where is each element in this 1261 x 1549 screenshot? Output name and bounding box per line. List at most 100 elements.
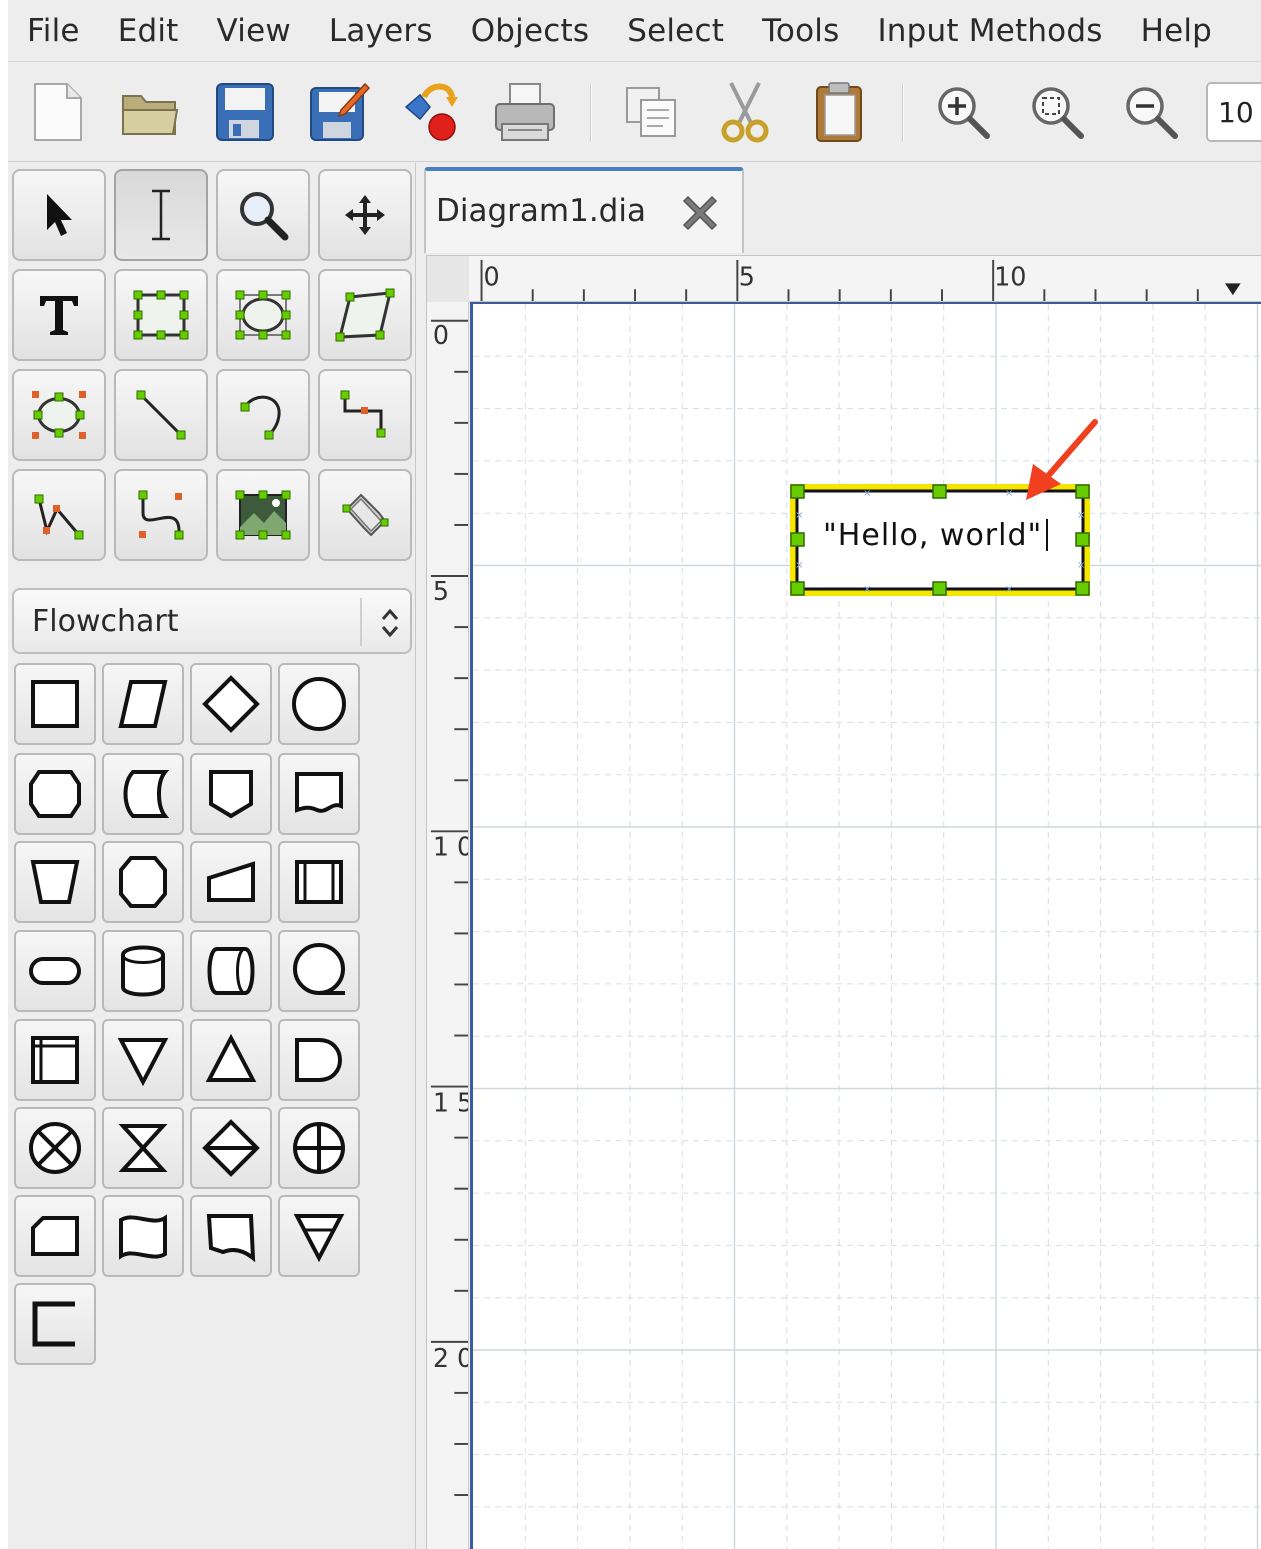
zoom-in-button[interactable]: [924, 76, 1002, 148]
magnify-tool-button[interactable]: [216, 169, 310, 261]
tab-diagram[interactable]: Diagram1.dia: [424, 167, 744, 253]
shape-summing-junction[interactable]: [14, 1107, 96, 1189]
paste-icon: [816, 82, 862, 142]
zoom-out-button[interactable]: [1112, 76, 1190, 148]
rectangle-icon: [31, 680, 79, 728]
shape-alternate[interactable]: [102, 841, 184, 923]
shape-manual-input[interactable]: [190, 841, 272, 923]
menu-tools[interactable]: Tools: [762, 13, 839, 49]
beziergon-icon: [32, 391, 86, 439]
svg-text:×: ×: [795, 510, 803, 521]
polygon-tool-button[interactable]: [318, 269, 412, 361]
scroll-tool-button[interactable]: [318, 169, 412, 261]
shape-sequential-access[interactable]: [278, 930, 360, 1012]
document-icon: [295, 772, 343, 813]
shape-terminal[interactable]: [14, 930, 96, 1012]
open-button[interactable]: [112, 76, 190, 148]
shape-punched-tape[interactable]: [102, 1195, 184, 1277]
offpage-connector-icon: [209, 770, 253, 819]
shape-magnetic-disk[interactable]: [102, 930, 184, 1012]
shape-card[interactable]: [14, 1195, 96, 1277]
save-button[interactable]: [206, 76, 284, 148]
menu-help[interactable]: Help: [1141, 13, 1212, 49]
beziergon-tool-button[interactable]: [12, 369, 106, 461]
zoom-input[interactable]: 10: [1206, 82, 1261, 142]
shape-internal-storage[interactable]: [14, 1019, 96, 1101]
menu-select[interactable]: Select: [627, 13, 724, 49]
updown-chevron-icon: [370, 598, 410, 648]
shape-data[interactable]: [102, 663, 184, 745]
menu-file[interactable]: File: [27, 13, 80, 49]
image-tool-button[interactable]: [216, 469, 310, 561]
vertical-ruler: 0 5 1 0 1 5 2 0: [427, 302, 469, 1549]
shape-direct-access[interactable]: [190, 930, 272, 1012]
shape-or[interactable]: [278, 1107, 360, 1189]
paste-button[interactable]: [800, 76, 878, 148]
export-button[interactable]: [394, 76, 472, 148]
hexagon-icon: [29, 770, 81, 818]
export-icon: [404, 83, 458, 141]
zoom-fit-button[interactable]: [1018, 76, 1096, 148]
zoom-out-icon: [1126, 87, 1178, 139]
shape-decision[interactable]: [190, 663, 272, 745]
text-tool-button[interactable]: [12, 269, 106, 361]
shape-collate[interactable]: [102, 1107, 184, 1189]
canvas-grid: × × × × × × × ×: [473, 304, 1261, 1549]
shape-preparation[interactable]: [14, 753, 96, 835]
dia-window: File Edit View Layers Objects Select Too…: [8, 0, 1261, 1549]
arc-tool-button[interactable]: [216, 369, 310, 461]
ellipse-tool-button[interactable]: [216, 269, 310, 361]
shape-document[interactable]: [278, 753, 360, 835]
text-edit-tool-button[interactable]: [114, 169, 208, 261]
internal-storage-icon: [31, 1036, 79, 1084]
zigzag-line-icon: [340, 390, 386, 438]
shape-merge[interactable]: [102, 1019, 184, 1101]
ruler-label: 1 5: [433, 1087, 469, 1117]
bezier-line-icon: [138, 490, 184, 540]
bezier-tool-button[interactable]: [114, 469, 208, 561]
outline-tool-button[interactable]: [318, 469, 412, 561]
shape-merge-alt[interactable]: [278, 1195, 360, 1277]
copy-icon: [626, 87, 676, 137]
ruler-label: 0: [483, 261, 499, 291]
cut-button[interactable]: [706, 76, 784, 148]
shape-sort[interactable]: [190, 1107, 272, 1189]
predefined-process-icon: [295, 860, 343, 904]
text-caret: [1046, 519, 1049, 551]
menu-layers[interactable]: Layers: [329, 13, 433, 49]
line-tool-button[interactable]: [114, 369, 208, 461]
polyline-tool-button[interactable]: [12, 469, 106, 561]
shape-offpage[interactable]: [190, 753, 272, 835]
shape-process[interactable]: [14, 663, 96, 745]
menu-input-methods[interactable]: Input Methods: [877, 13, 1102, 49]
sheet-selector[interactable]: Flowchart: [12, 588, 412, 654]
new-document-button[interactable]: [18, 76, 96, 148]
shape-display[interactable]: [190, 1195, 272, 1277]
shape-annotation[interactable]: [14, 1283, 96, 1365]
print-button[interactable]: [486, 76, 564, 148]
terminal-icon: [29, 957, 81, 985]
octagon-icon: [119, 856, 167, 908]
shape-manual-operation[interactable]: [14, 841, 96, 923]
menu-view[interactable]: View: [217, 13, 291, 49]
shape-extract[interactable]: [190, 1019, 272, 1101]
shape-connector[interactable]: [278, 663, 360, 745]
zigzag-tool-button[interactable]: [318, 369, 412, 461]
close-icon[interactable]: [680, 193, 720, 233]
ruler-label: 1 0: [433, 832, 469, 862]
menu-objects[interactable]: Objects: [471, 13, 590, 49]
diagram-canvas[interactable]: × × × × × × × × "Hello, world": [470, 302, 1261, 1549]
copy-button[interactable]: [612, 76, 690, 148]
manual-input-icon: [207, 861, 255, 902]
box-tool-button[interactable]: [114, 269, 208, 361]
shape-stored-data[interactable]: [102, 753, 184, 835]
shape-predefined-process[interactable]: [278, 841, 360, 923]
parallelogram-icon: [118, 680, 168, 728]
menu-edit[interactable]: Edit: [118, 13, 179, 49]
save-as-button[interactable]: [300, 76, 378, 148]
sheet-selector-label: Flowchart: [32, 604, 179, 639]
polygon-icon: [335, 288, 395, 342]
shape-delay[interactable]: [278, 1019, 360, 1101]
text-object[interactable]: "Hello, world": [823, 518, 1049, 553]
modify-tool-button[interactable]: [12, 169, 106, 261]
